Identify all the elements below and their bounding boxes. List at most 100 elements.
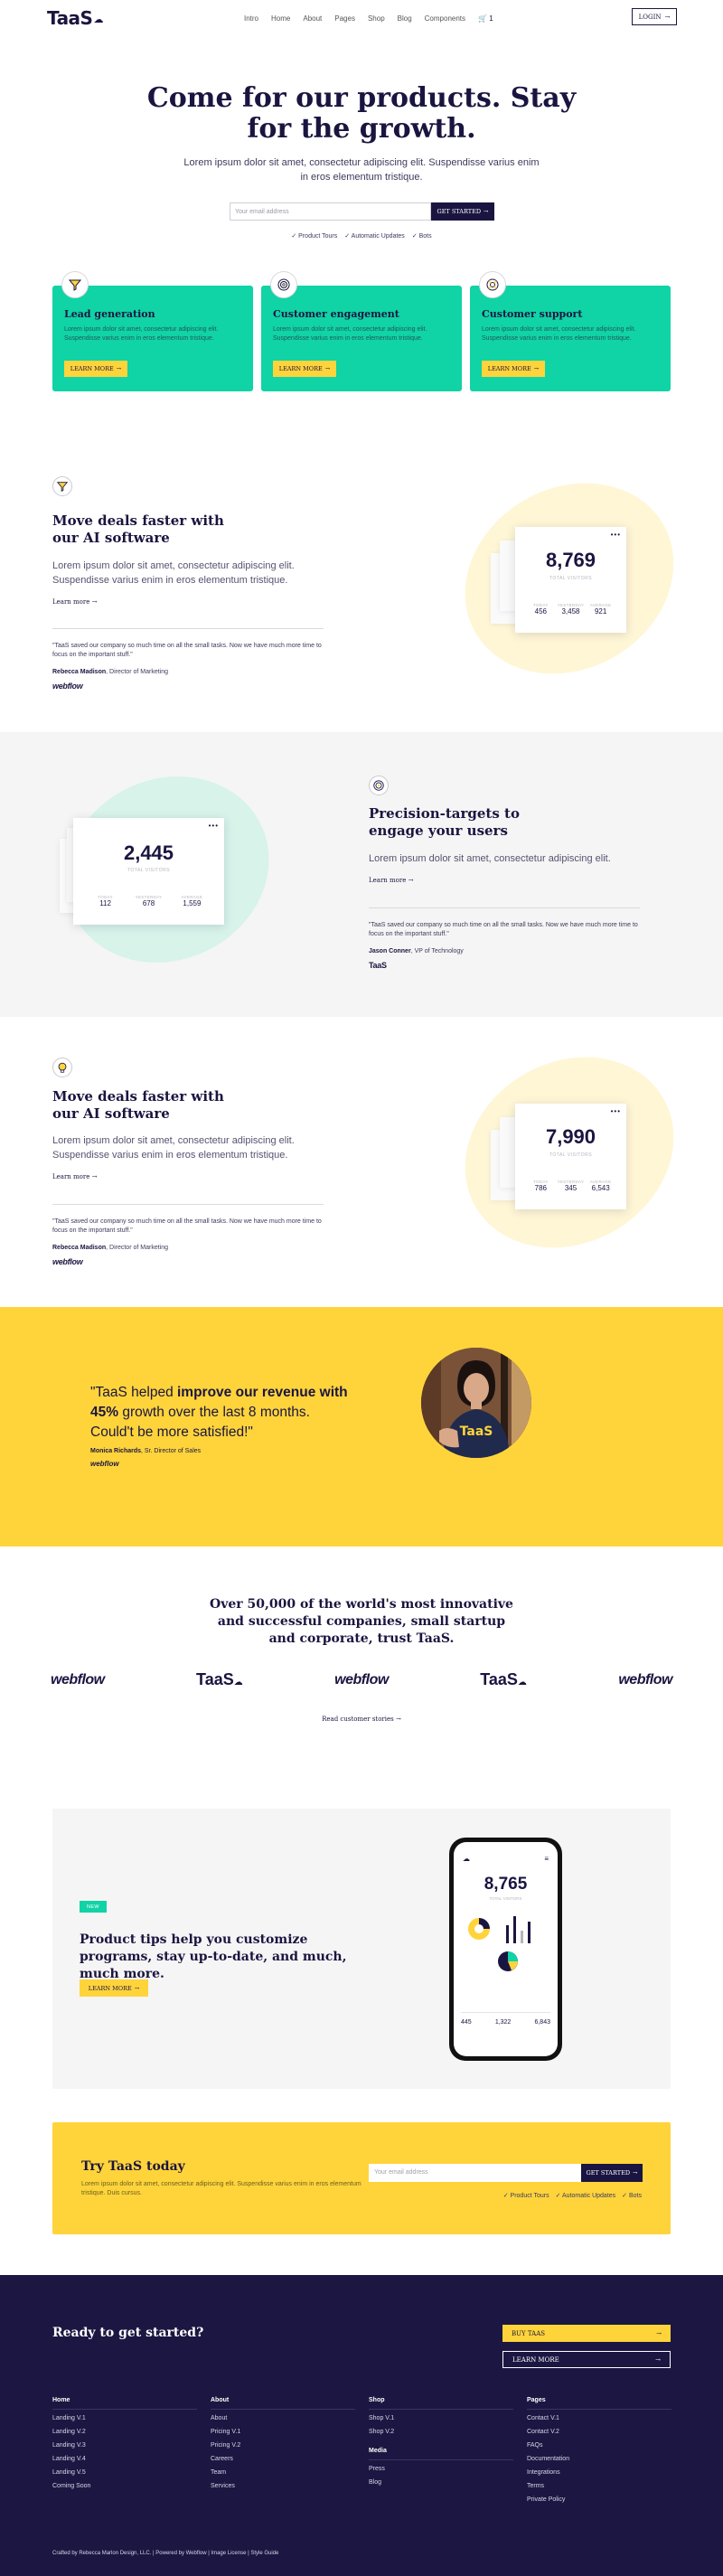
nav-link-components[interactable]: Components <box>425 14 465 23</box>
footer-link[interactable]: Team <box>211 2469 355 2476</box>
arrow-right-icon: → <box>324 365 331 372</box>
footer-link[interactable]: Contact V.1 <box>527 2415 671 2421</box>
stat-cell: TODAY 112 <box>84 895 127 907</box>
footer-column-about: About About Pricing V.1 Pricing V.2 Care… <box>211 2397 355 2496</box>
arrow-right-icon: → <box>116 365 122 372</box>
footer-link[interactable]: About <box>211 2415 355 2421</box>
cart-button[interactable]: 🛒 1 <box>478 14 493 23</box>
footer-link[interactable]: FAQs <box>527 2442 671 2449</box>
footer-link[interactable]: Contact V.2 <box>527 2429 671 2435</box>
button-label: LEARN MORE <box>487 365 531 372</box>
footer-column-home: Home Landing V.1 Landing V.2 Landing V.3… <box>52 2397 197 2496</box>
footer-link[interactable]: Landing V.4 <box>52 2456 197 2462</box>
footer-link[interactable]: Blog <box>369 2479 513 2486</box>
nav-link-pages[interactable]: Pages <box>334 14 355 23</box>
feature-card-title: Customer engagement <box>273 308 399 320</box>
footer-link[interactable]: Documentation <box>527 2456 671 2462</box>
more-icon[interactable]: ••• <box>611 531 621 539</box>
author-name: Rebecca Madison <box>52 669 107 675</box>
buy-taas-button[interactable]: BUY TAAS → <box>502 2325 671 2342</box>
more-icon[interactable]: ••• <box>209 822 219 830</box>
company-logo: TaaS <box>369 961 387 970</box>
learn-more-button[interactable]: LEARN MORE → <box>273 361 336 377</box>
tips-learn-more-button[interactable]: LEARN MORE → <box>80 1979 148 1997</box>
footer-link[interactable]: Careers <box>211 2456 355 2462</box>
logo[interactable]: TaaS☁ <box>47 7 103 29</box>
divider <box>527 2409 671 2410</box>
stat-label: TOTAL VISITORS <box>549 1152 593 1158</box>
hero-get-started-button[interactable]: GET STARTED → <box>431 202 494 221</box>
stat-value: 112 <box>99 899 111 907</box>
nav-link-shop[interactable]: Shop <box>368 14 385 23</box>
menu-icon[interactable]: ≡ <box>544 1855 549 1863</box>
footer-link[interactable]: Landing V.3 <box>52 2442 197 2449</box>
footer-link[interactable]: Pricing V.2 <box>211 2442 355 2449</box>
nav-link-about[interactable]: About <box>303 14 322 23</box>
footer-link[interactable]: Landing V.2 <box>52 2429 197 2435</box>
stat-cell: AVERAGE 921 <box>586 603 615 616</box>
try-desc: Lorem ipsum dolor sit amet, consectetur … <box>81 2181 362 2196</box>
nav-link-intro[interactable]: Intro <box>244 14 258 23</box>
footer-link[interactable]: Landing V.5 <box>52 2469 197 2476</box>
footer-link[interactable]: Coming Soon <box>52 2483 197 2489</box>
learn-more-link[interactable]: Learn more → <box>52 1173 98 1180</box>
login-button[interactable]: LOGIN → <box>632 8 677 25</box>
footer-learn-more-button[interactable]: LEARN MORE → <box>502 2351 671 2368</box>
phone-stat-label: TOTAL VISITORS <box>489 1896 522 1901</box>
stat-value: 445 <box>461 2019 472 2026</box>
arrow-right-icon: → <box>408 877 414 884</box>
tips-title: Product tips help you customize programs… <box>80 1932 347 1981</box>
footer-link[interactable]: Terms <box>527 2483 671 2489</box>
section-title: Move deals faster with our AI software <box>52 1088 224 1122</box>
phone-stat-row: 445 1,322 6,843 <box>461 2019 550 2026</box>
more-icon[interactable]: ••• <box>611 1107 621 1115</box>
stat-cell: TODAY 456 <box>526 603 556 616</box>
footer-link[interactable]: Press <box>369 2466 513 2472</box>
nav-link-blog[interactable]: Blog <box>398 14 412 23</box>
divider <box>52 628 324 629</box>
quote-part: "TaaS helped <box>90 1385 177 1400</box>
link-label: Learn more <box>52 598 90 606</box>
try-email-input[interactable]: Your email address <box>369 2164 581 2182</box>
footer-link[interactable]: Shop V.1 <box>369 2415 513 2421</box>
stat-cell: YESTERDAY 345 <box>556 1180 586 1192</box>
footer-link[interactable]: Pricing V.1 <box>211 2429 355 2435</box>
stat-row: TODAY 112 YESTERDAY 678 AVERAGE 1,559 <box>84 895 213 907</box>
shirt-logo: TaaS <box>460 1424 493 1439</box>
stat-row: TODAY 456 YESTERDAY 3,458 AVERAGE 921 <box>526 603 615 616</box>
try-get-started-button[interactable]: GET STARTED → <box>581 2164 643 2182</box>
read-customer-stories-link[interactable]: Read customer stories → <box>271 1716 452 1723</box>
stats-card: ••• 7,990 TOTAL VISITORS TODAY 786 YESTER… <box>515 1104 626 1209</box>
footer-link[interactable]: Integrations <box>527 2469 671 2476</box>
footer-link[interactable]: Landing V.1 <box>52 2415 197 2421</box>
footer-column-heading: Media <box>369 2448 387 2454</box>
arrow-right-icon: → <box>484 208 489 215</box>
learn-more-button[interactable]: LEARN MORE → <box>482 361 545 377</box>
testimonial-author: Rebecca Madison, Director of Marketing <box>52 1245 168 1251</box>
arrow-right-icon: → <box>656 2329 662 2337</box>
stat-value: 6,843 <box>534 2019 550 2026</box>
section-desc: Lorem ipsum dolor sit amet, consectetur … <box>369 853 611 864</box>
learn-more-link[interactable]: Learn more → <box>52 598 98 606</box>
target-icon <box>369 776 389 795</box>
hero-cta-label: GET STARTED <box>437 208 482 215</box>
footer-column-shop: Shop Shop V.1 Shop V.2 Media Press Blog <box>369 2397 513 2493</box>
footer-link[interactable]: Private Policy <box>527 2496 671 2503</box>
stat-total: 7,990 <box>545 1125 596 1148</box>
check-item: ✓ Bots <box>411 233 432 240</box>
stat-value: 345 <box>564 1184 577 1192</box>
nav-link-home[interactable]: Home <box>271 14 290 23</box>
hero-email-input[interactable]: Your email address <box>230 202 431 221</box>
footer-link[interactable]: Services <box>211 2483 355 2489</box>
cloud-icon: ☁ <box>93 14 103 25</box>
stat-value: 786 <box>534 1184 547 1192</box>
arrow-right-icon: → <box>134 1984 140 1992</box>
learn-more-link[interactable]: Learn more → <box>369 877 414 884</box>
section-desc: Lorem ipsum dolor sit amet, consectetur … <box>52 560 295 586</box>
stat-value: 456 <box>534 607 547 616</box>
stat-row: TODAY 786 YESTERDAY 345 AVERAGE 6,543 <box>526 1180 615 1192</box>
footer-link[interactable]: Shop V.2 <box>369 2429 513 2435</box>
divider <box>369 2409 513 2410</box>
learn-more-button[interactable]: LEARN MORE → <box>64 361 127 377</box>
cart-icon: 🛒 <box>478 14 487 23</box>
